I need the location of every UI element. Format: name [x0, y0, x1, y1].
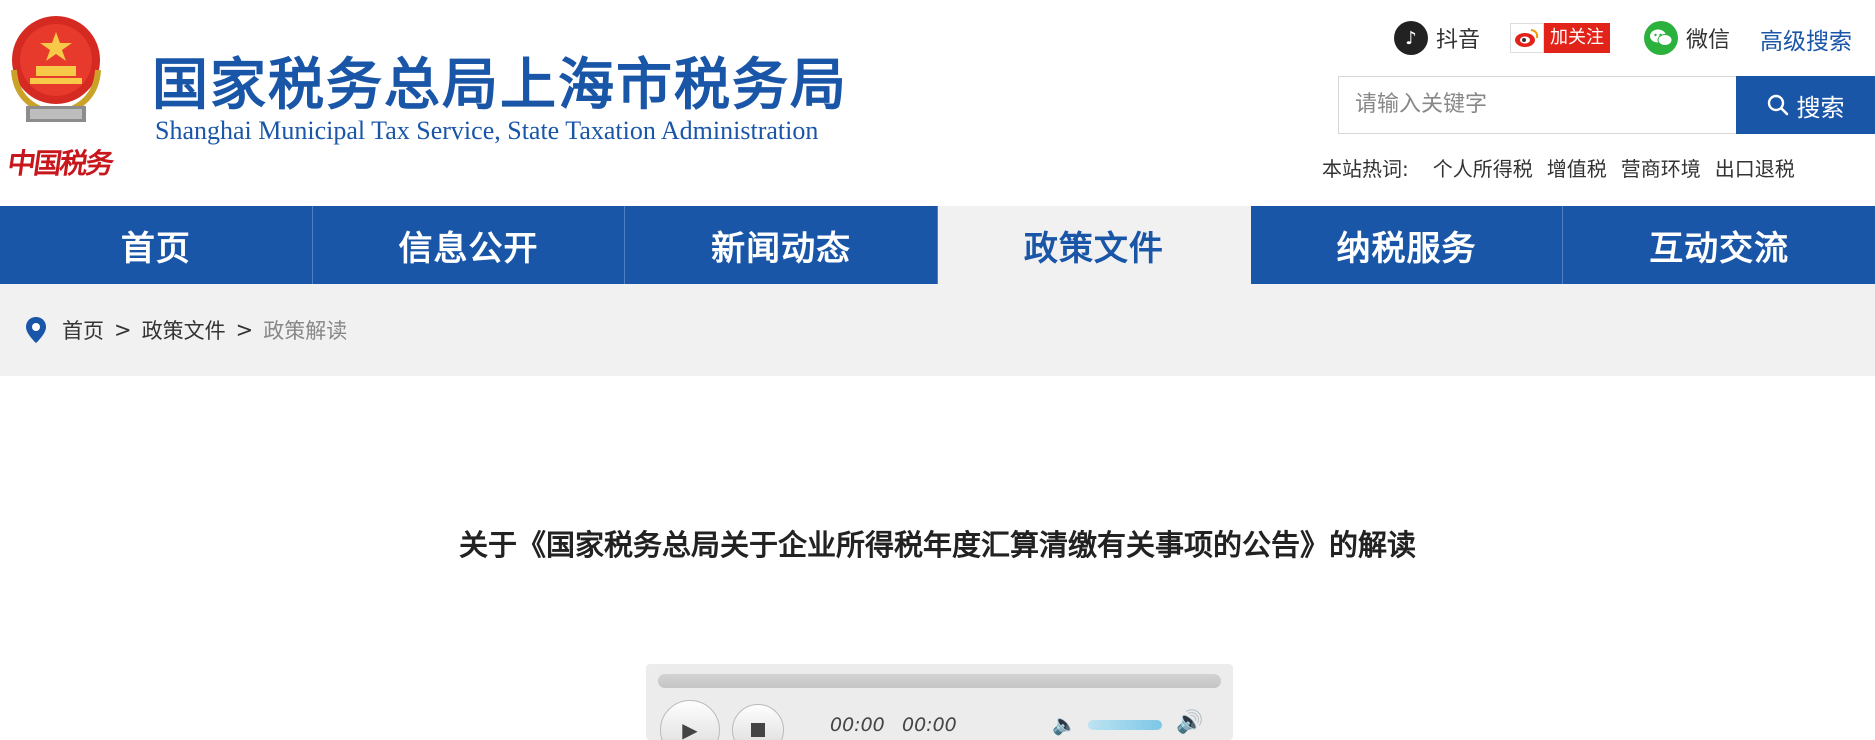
- douyin-label: 抖音: [1436, 28, 1481, 53]
- weibo-icon: [1510, 23, 1544, 53]
- breadcrumb-separator: >: [235, 318, 254, 342]
- douyin-icon: ♪: [1394, 21, 1428, 55]
- search-icon: [1767, 94, 1788, 116]
- stop-icon: [751, 723, 765, 737]
- search-button[interactable]: 搜索: [1736, 76, 1875, 134]
- site-title[interactable]: 国家税务总局上海市税务局: [152, 40, 848, 121]
- audio-current-time: 00:00: [830, 714, 885, 736]
- search-input[interactable]: 请输入关键字: [1338, 76, 1736, 134]
- site-header: 中国税务 国家税务总局上海市税务局 Shanghai Municipal Tax…: [0, 0, 1875, 206]
- hot-keyword[interactable]: 营商环境: [1621, 153, 1701, 182]
- article-title: 关于《国家税务总局关于企业所得税年度汇算清缴有关事项的公告》的解读: [458, 528, 1416, 562]
- hot-keyword[interactable]: 出口退税: [1715, 153, 1795, 182]
- breadcrumb-separator: >: [114, 318, 132, 342]
- breadcrumb-home[interactable]: 首页: [62, 315, 104, 345]
- nav-item-news[interactable]: 新闻动态: [625, 206, 939, 284]
- volume-high-icon[interactable]: 🔊: [1176, 710, 1203, 735]
- wechat-label: 微信: [1686, 28, 1731, 53]
- search-button-label: 搜索: [1796, 93, 1845, 122]
- audio-duration: 00:00: [902, 714, 957, 736]
- hot-keyword[interactable]: 增值税: [1547, 153, 1607, 182]
- nav-item-interaction[interactable]: 互动交流: [1563, 206, 1875, 284]
- douyin-link[interactable]: ♪ 抖音: [1394, 20, 1480, 56]
- breadcrumb-current: 政策解读: [263, 319, 348, 343]
- location-pin-icon: [26, 317, 46, 343]
- breadcrumb: 首页 > 政策文件 > 政策解读: [0, 284, 1875, 376]
- nav-item-home[interactable]: 首页: [0, 206, 313, 284]
- hot-keywords-label: 本站热词:: [1322, 157, 1409, 181]
- hot-keyword[interactable]: 个人所得税: [1433, 153, 1533, 182]
- wechat-link[interactable]: 微信: [1644, 20, 1730, 56]
- site-subtitle: Shanghai Municipal Tax Service, State Ta…: [155, 116, 819, 145]
- volume-low-icon[interactable]: 🔈: [1052, 712, 1077, 736]
- weibo-follow-link[interactable]: 加关注: [1510, 20, 1610, 56]
- wechat-icon: [1644, 21, 1678, 55]
- hot-keywords: 本站热词: 个人所得税 增值税 营商环境 出口退税: [1322, 153, 1795, 182]
- weibo-follow-label: 加关注: [1544, 23, 1610, 53]
- breadcrumb-policy-documents[interactable]: 政策文件: [142, 315, 226, 345]
- play-button[interactable]: ▶: [660, 700, 720, 740]
- audio-player: ▶ 00:00 00:00 🔈 🔊: [646, 664, 1233, 740]
- advanced-search-link[interactable]: 高级搜索: [1760, 22, 1852, 56]
- stop-button[interactable]: [732, 704, 784, 740]
- audio-progress-track[interactable]: [658, 674, 1221, 688]
- china-tax-calligraphy-logo: 中国税务: [5, 147, 115, 180]
- volume-slider[interactable]: [1088, 720, 1162, 730]
- play-icon: ▶: [682, 718, 698, 740]
- nav-item-tax-services[interactable]: 纳税服务: [1251, 206, 1564, 284]
- main-nav: 首页 信息公开 新闻动态 政策文件 纳税服务 互动交流: [0, 206, 1875, 284]
- nav-item-info-disclosure[interactable]: 信息公开: [313, 206, 626, 284]
- nav-item-policy-documents[interactable]: 政策文件: [938, 206, 1251, 284]
- national-emblem-icon: [11, 16, 101, 122]
